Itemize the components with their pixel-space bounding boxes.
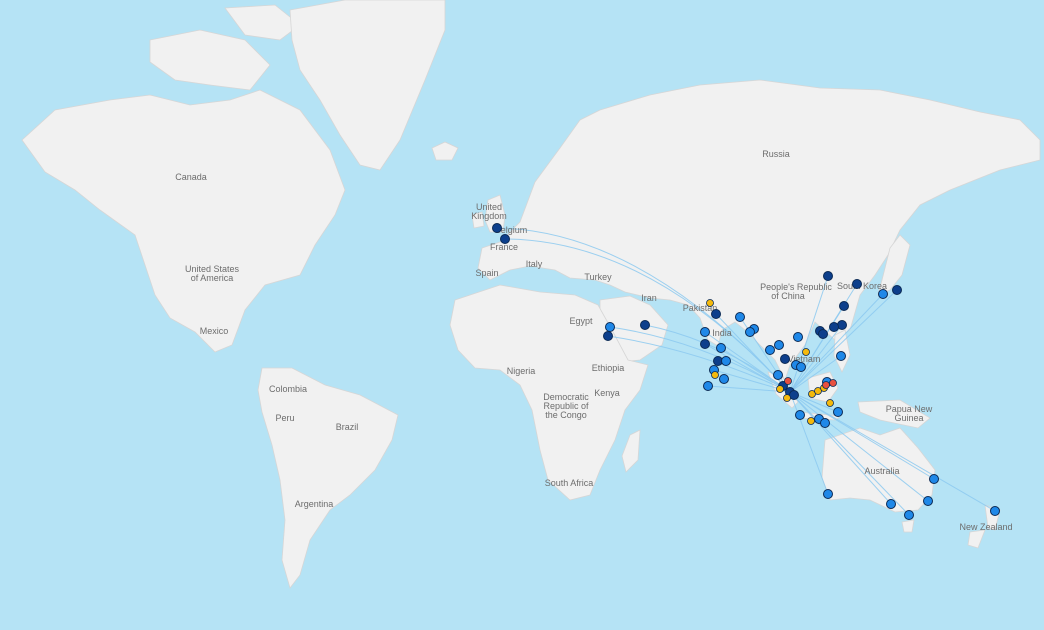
location-marker[interactable]	[783, 394, 791, 402]
location-marker[interactable]	[904, 510, 914, 520]
label-australia: Australia	[864, 466, 899, 476]
label-egypt: Egypt	[569, 316, 593, 326]
location-marker[interactable]	[700, 327, 710, 337]
location-marker[interactable]	[796, 362, 806, 372]
label-italy: Italy	[526, 259, 543, 269]
label-new-zealand: New Zealand	[959, 522, 1012, 532]
location-marker[interactable]	[802, 348, 810, 356]
land-tasmania	[901, 519, 915, 533]
location-marker[interactable]	[823, 271, 833, 281]
label-south-africa: South Africa	[545, 478, 594, 488]
location-marker[interactable]	[640, 320, 650, 330]
location-marker[interactable]	[829, 322, 839, 332]
label-mexico: Mexico	[200, 326, 229, 336]
label-colombia: Colombia	[269, 384, 307, 394]
world-map-canvas: Canada United States of America Mexico C…	[0, 0, 1044, 630]
location-marker[interactable]	[721, 356, 731, 366]
location-marker[interactable]	[492, 223, 502, 233]
location-marker[interactable]	[765, 345, 775, 355]
label-brazil: Brazil	[336, 422, 359, 432]
location-marker[interactable]	[836, 351, 846, 361]
label-turkey: Turkey	[584, 272, 612, 282]
location-marker[interactable]	[793, 332, 803, 342]
location-marker[interactable]	[929, 474, 939, 484]
location-marker[interactable]	[878, 289, 888, 299]
location-marker[interactable]	[822, 381, 830, 389]
location-marker[interactable]	[780, 354, 790, 364]
location-marker[interactable]	[735, 312, 745, 322]
location-marker[interactable]	[923, 496, 933, 506]
label-drc-line3: the Congo	[545, 410, 587, 420]
location-marker[interactable]	[719, 374, 729, 384]
label-south-korea: South Korea	[837, 281, 887, 291]
label-russia: Russia	[762, 149, 790, 159]
label-canada: Canada	[175, 172, 207, 182]
location-marker[interactable]	[852, 279, 862, 289]
location-marker[interactable]	[886, 499, 896, 509]
location-marker[interactable]	[774, 340, 784, 350]
location-marker[interactable]	[603, 331, 613, 341]
label-iran: Iran	[641, 293, 657, 303]
location-marker[interactable]	[711, 371, 719, 379]
location-marker[interactable]	[990, 506, 1000, 516]
location-marker[interactable]	[703, 381, 713, 391]
location-marker[interactable]	[839, 301, 849, 311]
location-marker[interactable]	[706, 299, 714, 307]
location-marker[interactable]	[784, 377, 792, 385]
location-marker[interactable]	[826, 399, 834, 407]
location-marker[interactable]	[829, 379, 837, 387]
location-marker[interactable]	[776, 385, 784, 393]
world-map[interactable]: Canada United States of America Mexico C…	[0, 0, 1044, 630]
location-marker[interactable]	[892, 285, 902, 295]
location-marker[interactable]	[716, 343, 726, 353]
label-kenya: Kenya	[594, 388, 620, 398]
location-marker[interactable]	[823, 489, 833, 499]
label-peru: Peru	[275, 413, 294, 423]
location-marker[interactable]	[795, 410, 805, 420]
label-ethiopia: Ethiopia	[592, 363, 625, 373]
location-marker[interactable]	[700, 339, 710, 349]
label-spain: Spain	[475, 268, 498, 278]
location-marker[interactable]	[745, 327, 755, 337]
location-marker[interactable]	[500, 234, 510, 244]
label-nigeria: Nigeria	[507, 366, 536, 376]
location-marker[interactable]	[833, 407, 843, 417]
location-marker[interactable]	[773, 370, 783, 380]
label-argentina: Argentina	[295, 499, 334, 509]
label-india: India	[712, 328, 732, 338]
label-uk-line2: Kingdom	[471, 211, 507, 221]
location-marker[interactable]	[605, 322, 615, 332]
label-usa-line2: of America	[191, 273, 234, 283]
location-marker[interactable]	[820, 418, 830, 428]
location-marker[interactable]	[818, 329, 828, 339]
label-china-line2: of China	[771, 291, 805, 301]
location-marker[interactable]	[807, 417, 815, 425]
label-png-line2: Guinea	[894, 413, 923, 423]
location-marker[interactable]	[711, 309, 721, 319]
